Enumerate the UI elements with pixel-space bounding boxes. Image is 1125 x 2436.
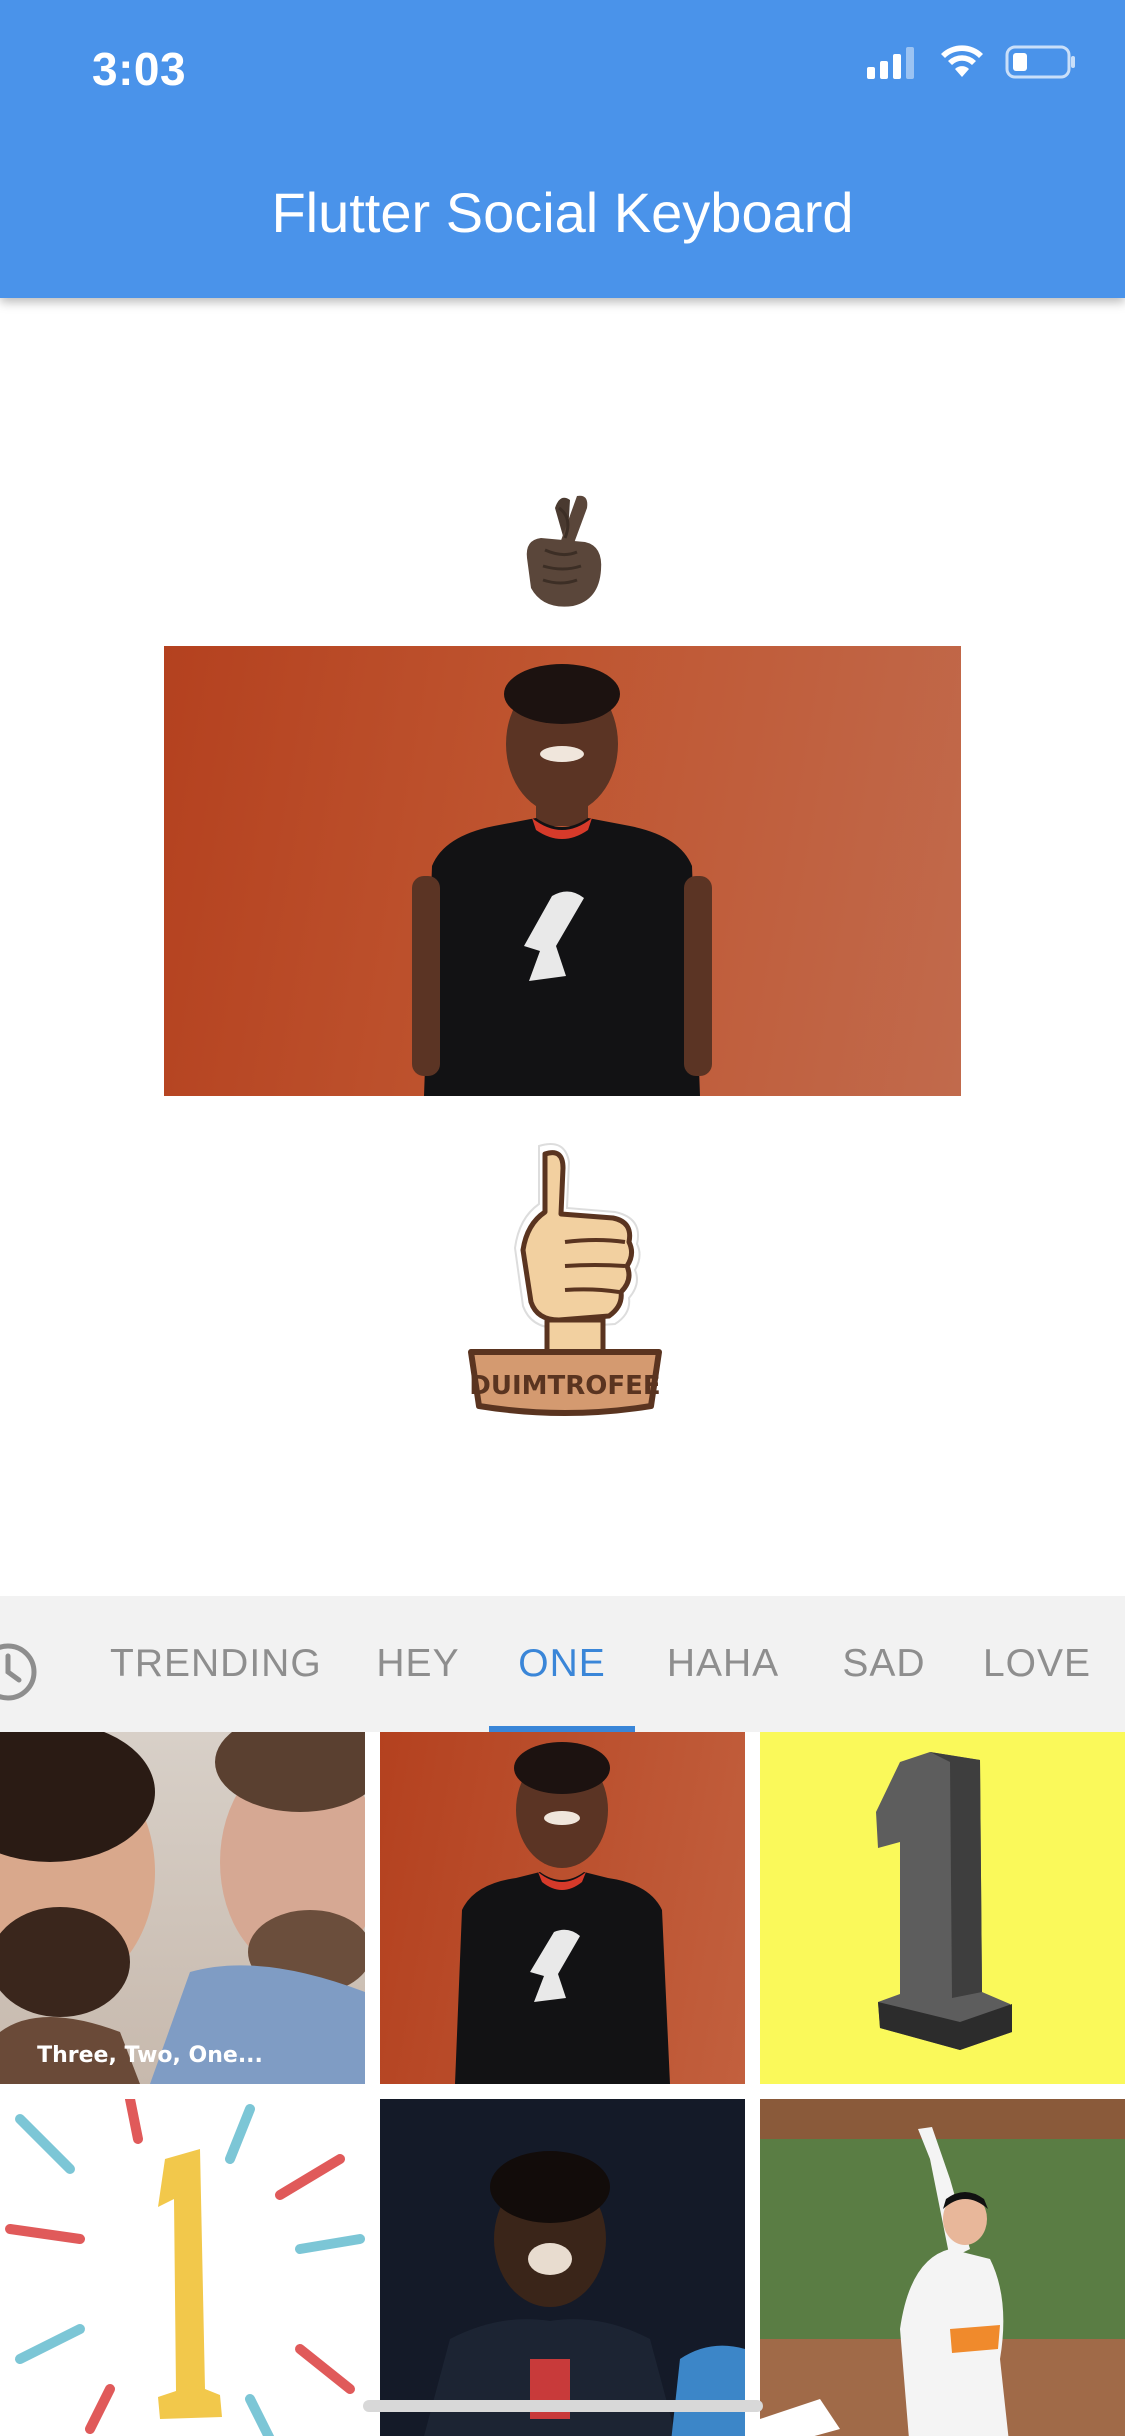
battery-icon (1005, 44, 1077, 80)
number-one-burst-gif[interactable] (0, 2099, 365, 2436)
tab-sad[interactable]: SAD (836, 1596, 932, 1732)
number-one-3d-gif[interactable] (760, 1732, 1125, 2084)
basketball-player-gif[interactable] (380, 2099, 745, 2436)
message-area: DUIMTROFEE (0, 298, 1125, 1596)
smiling-woman-gif[interactable] (164, 646, 961, 1096)
status-time: 3:03 (92, 43, 187, 95)
tab-hey[interactable]: HEY (370, 1596, 466, 1732)
wifi-icon (939, 45, 985, 79)
two-men-gif[interactable]: Three, Two, One... (0, 1732, 365, 2084)
tab-haha[interactable]: HAHA (660, 1596, 786, 1732)
baseball-player-gif[interactable] (760, 2099, 1125, 2436)
cellular-signal-icon (867, 45, 919, 79)
app-title: Flutter Social Keyboard (271, 181, 854, 244)
thumbs-up-trophy-sticker[interactable]: DUIMTROFEE (465, 1138, 665, 1428)
status-icons (867, 44, 1077, 80)
crossed-fingers-icon (515, 488, 610, 613)
tab-trending[interactable]: TRENDING (110, 1596, 321, 1732)
app-bar: 3:03 Flutter Social Keyboard (0, 0, 1125, 298)
gif-grid: Three, Two, One... (0, 1732, 1125, 2436)
tab-love[interactable]: LOVE (980, 1596, 1094, 1732)
smiling-woman-gif[interactable] (380, 1732, 745, 2084)
clock-icon[interactable] (0, 1636, 44, 1708)
sticker-text: DUIMTROFEE (469, 1371, 660, 1401)
gif-caption: Three, Two, One... (37, 2043, 263, 2068)
tab-one[interactable]: ONE (505, 1596, 619, 1732)
home-indicator (363, 2400, 763, 2412)
gif-category-tabs: TRENDING HEY ONE HAHA SAD LOVE (0, 1596, 1125, 1732)
